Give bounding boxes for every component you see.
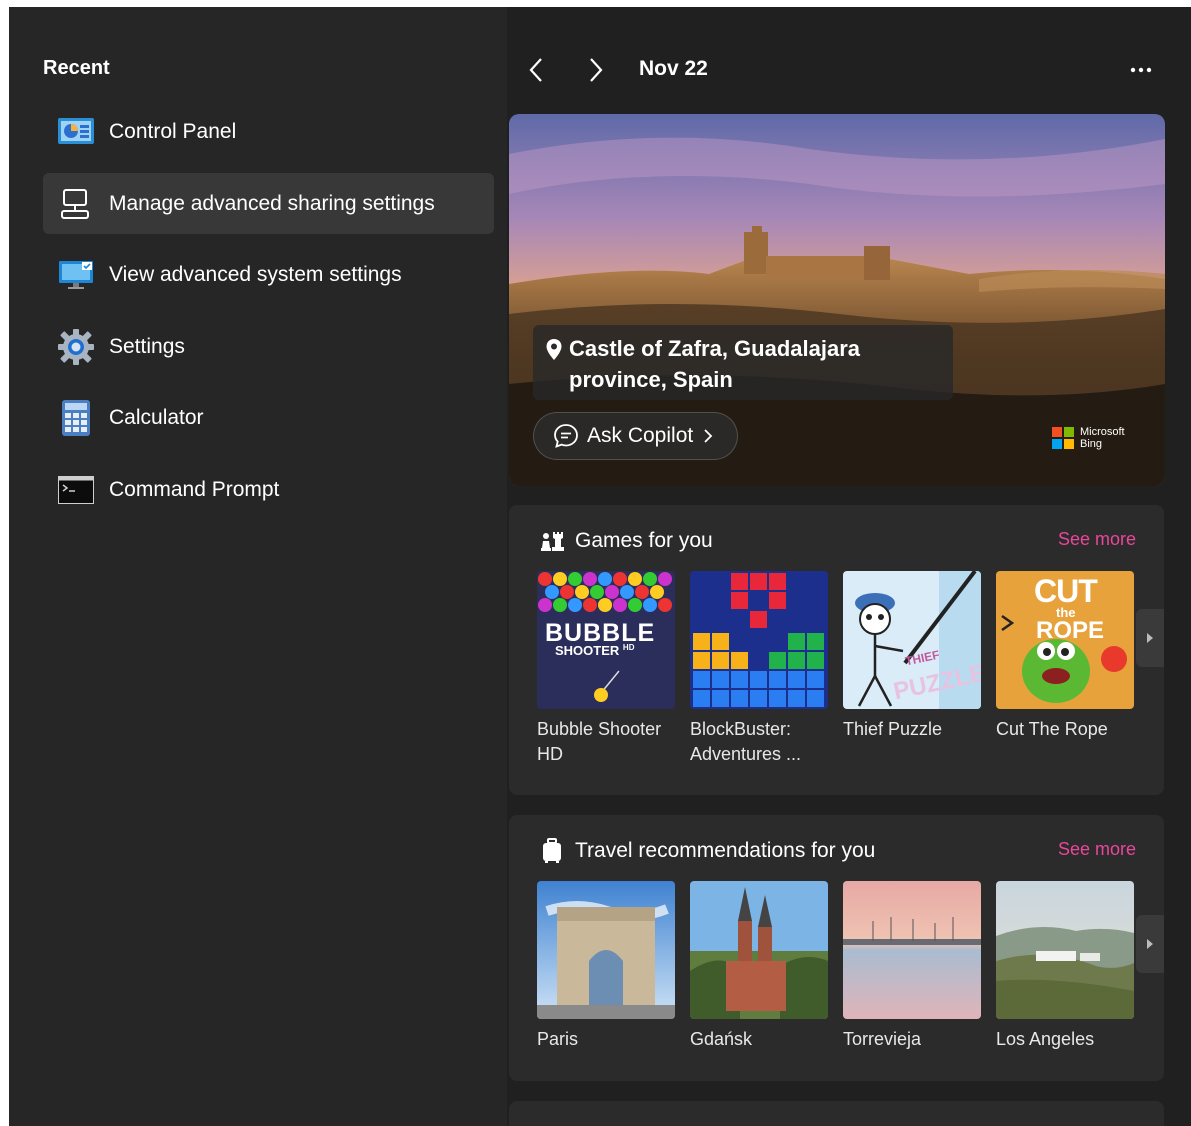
bubble-shooter-thumbnail: BUBBLE SHOOTER HD <box>537 571 675 709</box>
travel-section-title: Travel recommendations for you <box>575 839 876 862</box>
travel-tile-torrevieja[interactable]: Torrevieja <box>843 881 981 1052</box>
control-panel-icon <box>57 113 95 151</box>
travel-tile-los-angeles[interactable]: Los Angeles <box>996 881 1134 1052</box>
torrevieja-photo <box>843 881 981 1019</box>
gdansk-photo <box>690 881 828 1019</box>
luggage-icon <box>539 838 565 864</box>
game-title: Bubble Shooter HD <box>537 719 662 764</box>
command-prompt-icon <box>57 471 95 509</box>
chevron-right-icon <box>703 428 713 444</box>
caret-right-icon <box>1147 633 1153 643</box>
microsoft-logo-icon <box>1052 427 1074 449</box>
more-options-button[interactable] <box>1123 52 1159 88</box>
recent-item-command-prompt[interactable]: Command Prompt <box>43 459 494 520</box>
travel-tile-row: Paris Gdańsk Torrevieja Los Angeles <box>537 881 1147 1049</box>
destination-name: Gdańsk <box>690 1029 753 1049</box>
travel-see-more-link[interactable]: See more <box>1058 839 1136 860</box>
recent-panel: Recent Control Panel Manage advanced sha… <box>9 7 507 1126</box>
game-tile-thief-puzzle[interactable]: THIEF PUZZLE Thief Puzzle <box>843 571 981 742</box>
games-section: Games for you See more BUBBLE SHOOTER HD… <box>509 505 1164 795</box>
recent-item-control-panel[interactable]: Control Panel <box>43 101 494 162</box>
travel-tile-gdansk[interactable]: Gdańsk <box>690 881 828 1052</box>
recent-item-label: Command Prompt <box>109 477 280 501</box>
game-title: Thief Puzzle <box>843 719 943 739</box>
chevron-left-icon <box>529 58 542 82</box>
prev-day-button[interactable] <box>519 52 553 88</box>
recent-item-label: Manage advanced sharing settings <box>109 191 435 215</box>
gear-icon <box>57 328 95 366</box>
system-settings-icon <box>57 256 95 294</box>
games-scroll-right-button[interactable] <box>1136 609 1164 667</box>
recent-item-advanced-system[interactable]: View advanced system settings <box>43 244 494 305</box>
widgets-panel: Nov 22 Castle of Zafra, Guadalajara prov… <box>507 7 1191 1126</box>
recent-item-settings[interactable]: Settings <box>43 316 494 377</box>
thief-puzzle-thumbnail: THIEF PUZZLE <box>843 571 981 709</box>
travel-tile-paris[interactable]: Paris <box>537 881 675 1052</box>
calculator-icon <box>57 399 95 437</box>
game-title: BlockBuster: Adventures ... <box>690 719 802 764</box>
start-menu-window: Recent Control Panel Manage advanced sha… <box>9 7 1191 1126</box>
daily-image-card[interactable]: Castle of Zafra, Guadalajara province, S… <box>509 114 1165 486</box>
travel-scroll-right-button[interactable] <box>1136 915 1164 973</box>
next-section-card <box>509 1101 1164 1126</box>
microsoft-bing-logo: Microsoft Bing <box>1052 426 1125 450</box>
game-tile-bubble-shooter[interactable]: BUBBLE SHOOTER HD Bubble Shooter HD <box>537 571 675 767</box>
date-label: Nov 22 <box>639 57 708 80</box>
recent-item-manage-sharing[interactable]: Manage advanced sharing settings <box>43 173 494 234</box>
bubble-shooter-art-badge: HD <box>622 643 635 652</box>
games-see-more-link[interactable]: See more <box>1058 529 1136 550</box>
travel-section: Travel recommendations for you See more <box>509 815 1164 1081</box>
los-angeles-photo <box>996 881 1134 1019</box>
location-name: Castle of Zafra, Guadalajara province, S… <box>569 336 860 392</box>
recent-item-calculator[interactable]: Calculator <box>43 387 494 448</box>
destination-name: Los Angeles <box>996 1029 1095 1049</box>
brand-line2: Bing <box>1080 438 1103 450</box>
game-tile-cut-the-rope[interactable]: CUT the ROPE Cut The Rope <box>996 571 1134 742</box>
destination-name: Torrevieja <box>843 1029 922 1049</box>
bubble-shooter-art-subtitle: SHOOTER <box>555 643 620 658</box>
chat-bubble-icon <box>553 423 579 449</box>
caret-right-icon <box>1147 939 1153 949</box>
next-day-button[interactable] <box>579 52 613 88</box>
ask-copilot-label: Ask Copilot <box>587 424 694 447</box>
recent-item-label: Settings <box>109 334 185 358</box>
games-tile-row: BUBBLE SHOOTER HD Bubble Shooter HD Bloc… <box>537 571 1147 764</box>
brand-line1: Microsoft <box>1080 426 1125 438</box>
chess-icon <box>539 528 565 554</box>
location-caption[interactable]: Castle of Zafra, Guadalajara province, S… <box>533 325 953 400</box>
recent-heading: Recent <box>43 57 110 79</box>
chevron-right-icon <box>590 58 603 82</box>
network-sharing-icon <box>57 185 95 223</box>
paris-photo <box>537 881 675 1019</box>
games-section-title: Games for you <box>575 529 713 552</box>
destination-name: Paris <box>537 1029 579 1049</box>
ask-copilot-button[interactable]: Ask Copilot <box>533 412 738 460</box>
recent-item-label: View advanced system settings <box>109 262 402 286</box>
recent-item-label: Calculator <box>109 405 204 429</box>
cut-the-rope-art-badge: ROPE <box>1036 617 1105 644</box>
feed-nav-bar: Nov 22 <box>507 52 1191 88</box>
more-options-icon <box>1130 67 1152 73</box>
game-tile-blockbuster[interactable]: BlockBuster: Adventures ... <box>690 571 828 767</box>
blockbuster-thumbnail <box>690 571 828 709</box>
location-pin-icon <box>546 339 562 360</box>
cut-the-rope-thumbnail: CUT the ROPE <box>996 571 1134 709</box>
recent-item-label: Control Panel <box>109 119 237 143</box>
game-title: Cut The Rope <box>996 719 1108 739</box>
